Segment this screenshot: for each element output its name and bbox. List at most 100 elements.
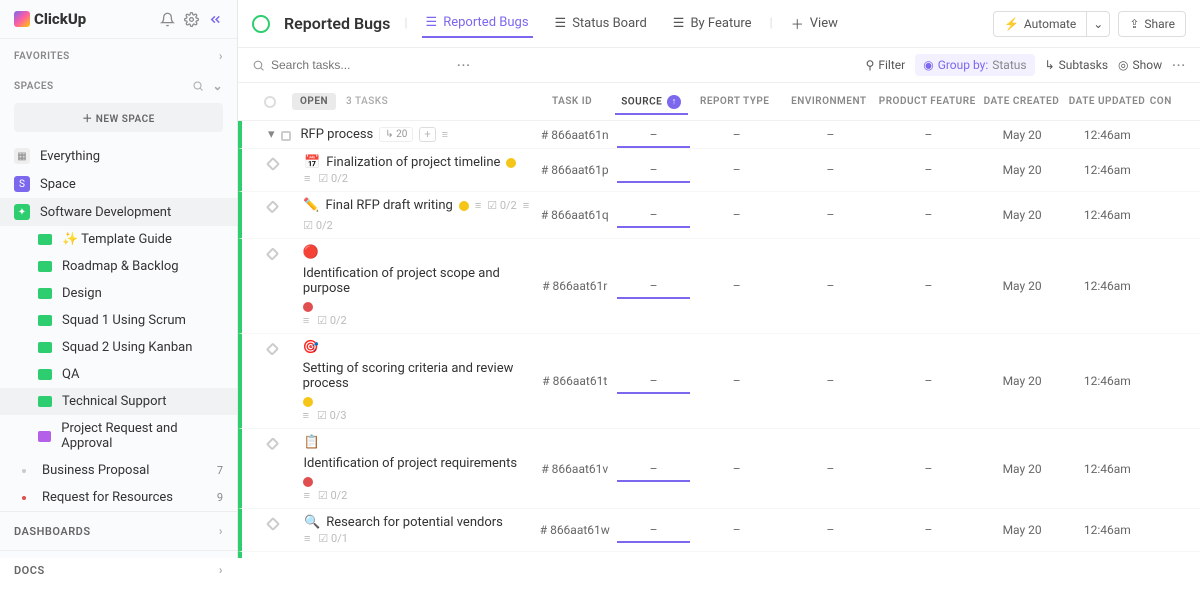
group-by-chip[interactable]: ◉ Group by: Status — [915, 54, 1034, 76]
status-square-icon[interactable] — [266, 342, 279, 355]
more-icon[interactable]: ··· — [457, 58, 471, 72]
task-row[interactable]: 🔍 Research for potential vendors ≡☑ 0/1 … — [238, 509, 1200, 552]
task-row-parent[interactable]: ▾ RFP process ↳ 20 + ≡ # 866aat61n – – –… — [238, 121, 1200, 149]
task-row[interactable]: ✏️ Final RFP draft writing ≡☑ 0/2≡☑ 0/2 … — [238, 192, 1200, 239]
view-tab[interactable]: ☰By Feature — [669, 9, 756, 38]
cell-env[interactable]: – — [784, 279, 878, 293]
cell-source[interactable]: – — [617, 208, 689, 228]
status-square-icon[interactable] — [266, 157, 280, 171]
tag-icon[interactable]: ≡ — [304, 532, 310, 545]
status-pill[interactable]: OPEN — [292, 93, 336, 110]
new-space-button[interactable]: ＋ NEW SPACE — [14, 103, 223, 132]
cell-type[interactable]: – — [690, 374, 784, 388]
task-row[interactable]: 📅 Finalization of project timeline ≡☑ 0/… — [238, 149, 1200, 192]
priority-icon[interactable] — [303, 477, 313, 487]
subtasks-button[interactable]: ↳Subtasks — [1045, 58, 1108, 72]
tag-icon[interactable]: ≡ — [475, 199, 481, 212]
sidebar-folder[interactable]: Technical Support — [0, 388, 237, 415]
show-button[interactable]: ◎Show — [1118, 58, 1162, 72]
col-date-updated[interactable]: DATE UPDATED — [1064, 96, 1150, 107]
favorites-header[interactable]: FAVORITES › — [0, 39, 237, 69]
collapse-icon[interactable] — [207, 11, 223, 27]
status-square-icon[interactable] — [266, 517, 280, 531]
bell-icon[interactable] — [159, 11, 175, 27]
checklist-badge[interactable]: ☑ 0/2 — [318, 489, 348, 502]
more-icon[interactable]: ··· — [1172, 58, 1186, 72]
select-all-checkbox[interactable] — [264, 96, 276, 108]
sidebar-folder[interactable]: QA — [0, 361, 237, 388]
col-report-type[interactable]: REPORT TYPE — [688, 96, 782, 107]
task-row[interactable]: 🔴 Identification of project scope and pu… — [238, 239, 1200, 334]
checklist-badge[interactable]: ☑ 0/2 — [487, 199, 517, 212]
logo[interactable]: ClickUp — [14, 10, 151, 28]
cell-source[interactable]: – — [617, 462, 689, 482]
col-extra[interactable]: CON — [1150, 96, 1184, 107]
cell-env[interactable]: – — [784, 208, 878, 222]
cell-type[interactable]: – — [690, 279, 784, 293]
priority-icon[interactable] — [303, 397, 313, 407]
cell-type[interactable]: – — [690, 163, 784, 177]
cell-feat[interactable]: – — [877, 523, 979, 537]
chevron-right-icon[interactable]: › — [219, 49, 223, 63]
cell-feat[interactable]: – — [877, 163, 979, 177]
priority-icon[interactable] — [303, 302, 313, 312]
status-square-icon[interactable] — [266, 437, 280, 451]
add-subtask-button[interactable]: + — [419, 127, 435, 142]
cell-feat[interactable]: – — [877, 374, 979, 388]
view-tab[interactable]: ☰Reported Bugs — [422, 9, 533, 38]
sidebar-folder[interactable]: Design — [0, 280, 237, 307]
search-box[interactable]: ··· — [252, 58, 856, 72]
cell-type[interactable]: – — [690, 208, 784, 222]
cell-feat[interactable]: – — [877, 462, 979, 476]
checklist-badge[interactable]: ☑ 0/2 — [303, 219, 333, 232]
priority-icon[interactable] — [506, 158, 516, 168]
chevron-right-icon[interactable]: › — [219, 563, 223, 577]
sidebar-item-business-proposal[interactable]: Business Proposal 7 — [0, 457, 237, 484]
automate-button[interactable]: ⚡ Automate — [993, 11, 1087, 37]
cell-source[interactable]: – — [617, 523, 689, 543]
cell-env[interactable]: – — [784, 374, 878, 388]
status-square-icon[interactable] — [266, 247, 279, 260]
sidebar-item-software-dev[interactable]: ✦ Software Development — [0, 198, 237, 226]
task-row[interactable]: 👥 Selection of stakeholders and review p… — [238, 552, 1200, 558]
task-row[interactable]: 📋 Identification of project requirements… — [238, 429, 1200, 509]
cell-feat[interactable]: – — [877, 208, 979, 222]
sidebar-item-request-resources[interactable]: Request for Resources 9 — [0, 484, 237, 511]
cell-type[interactable]: – — [690, 523, 784, 537]
cell-type[interactable]: – — [690, 462, 784, 476]
sidebar-folder[interactable]: Roadmap & Backlog — [0, 253, 237, 280]
spaces-header[interactable]: SPACES ⌄ — [0, 69, 237, 99]
cell-source[interactable]: – — [617, 163, 689, 183]
checklist-badge[interactable]: ☑ 0/3 — [317, 409, 347, 422]
subtask-count[interactable]: ↳ 20 — [379, 127, 413, 142]
col-date-created[interactable]: DATE CREATED — [979, 96, 1065, 107]
automate-dropdown[interactable]: ⌄ — [1087, 11, 1110, 37]
tag-icon[interactable]: ≡ — [523, 199, 529, 212]
priority-icon[interactable] — [459, 201, 469, 211]
col-source[interactable]: SOURCE ↑ — [615, 95, 688, 115]
expand-icon[interactable]: ▾ — [268, 127, 275, 142]
col-product-feature[interactable]: PRODUCT FEATURE — [876, 96, 979, 107]
checklist-badge[interactable]: ☑ 0/1 — [318, 532, 348, 545]
search-icon[interactable] — [192, 80, 204, 92]
cell-source[interactable]: – — [617, 374, 689, 394]
sidebar-dashboards[interactable]: DASHBOARDS› — [0, 511, 237, 550]
col-taskid[interactable]: TASK ID — [529, 96, 615, 107]
tag-icon[interactable]: ≡ — [304, 172, 310, 185]
sidebar-folder[interactable]: Project Request and Approval — [0, 415, 237, 457]
cell-env[interactable]: – — [784, 163, 878, 177]
share-button[interactable]: ⇪ Share — [1118, 11, 1186, 37]
cell-feat[interactable]: – — [877, 128, 979, 142]
cell-type[interactable]: – — [690, 128, 784, 142]
cell-env[interactable]: – — [784, 128, 878, 142]
view-tab[interactable]: ☰Status Board — [551, 9, 651, 38]
cell-source[interactable]: – — [617, 279, 689, 299]
status-square-icon[interactable] — [266, 200, 280, 214]
sidebar-folder[interactable]: Squad 2 Using Kanban — [0, 334, 237, 361]
search-input[interactable] — [271, 58, 451, 72]
tag-icon[interactable]: ≡ — [303, 314, 309, 327]
add-view-button[interactable]: ＋ View — [787, 8, 842, 39]
sidebar-item-space[interactable]: S Space — [0, 170, 237, 198]
chevron-right-icon[interactable]: › — [219, 524, 223, 538]
cell-env[interactable]: – — [784, 523, 878, 537]
